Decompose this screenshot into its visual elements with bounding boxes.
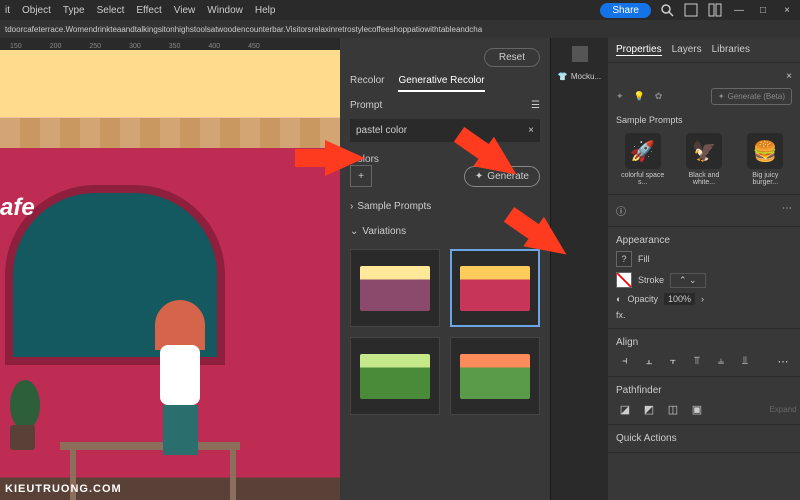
appearance-label: Appearance [616, 235, 792, 246]
variation-4[interactable] [450, 337, 540, 415]
align-label: Align [616, 337, 792, 348]
tab-layers[interactable]: Layers [672, 44, 702, 56]
pathfinder-minus-icon[interactable]: ◩ [640, 402, 658, 416]
more-icon[interactable]: ⋯ [782, 203, 792, 218]
tshirt-icon: 👕 [558, 72, 568, 81]
tab-recolor[interactable]: Recolor [350, 75, 384, 92]
rocket-icon: 🚀 [625, 133, 661, 169]
menu-type[interactable]: Type [63, 5, 85, 16]
menu-object[interactable]: Object [22, 5, 51, 16]
mockup-panel-tab[interactable]: 👕 Mocku... [558, 72, 601, 81]
search-icon[interactable] [659, 2, 675, 18]
fill-label: Fill [638, 254, 650, 264]
prompt-menu-icon[interactable]: ☰ [531, 100, 540, 111]
prompt-input[interactable]: pastel color × [350, 119, 540, 142]
document-filename: tdoorcafeterrace.Womendrinkteaandtalking… [5, 25, 482, 34]
pathfinder-intersect-icon[interactable]: ◫ [664, 402, 682, 416]
expand-button[interactable]: Expand [774, 402, 792, 416]
chevron-right-icon: › [350, 201, 353, 212]
menu-view[interactable]: View [174, 5, 196, 16]
menu-help[interactable]: Help [255, 5, 276, 16]
menu-edit[interactable]: it [5, 5, 10, 16]
bird-icon: 🦅 [686, 133, 722, 169]
opacity-label: Opacity [627, 294, 658, 304]
pathfinder-exclude-icon[interactable]: ▣ [688, 402, 706, 416]
stroke-label: Stroke [638, 275, 664, 285]
stroke-weight-stepper[interactable]: ⌃ ⌄ [670, 273, 706, 288]
share-button[interactable]: Share [600, 3, 651, 18]
variation-3[interactable] [350, 337, 440, 415]
properties-panel: Properties Layers Libraries × ✦ 💡 ✿ ✦ Ge… [608, 38, 800, 500]
align-right-icon[interactable]: ⫟ [664, 354, 682, 368]
info-icon[interactable]: ⓘ [616, 203, 626, 218]
generate-beta-button[interactable]: ✦ Generate (Beta) [711, 88, 792, 105]
canvas[interactable]: 150200250300350400450 afe KIEUTRUONG.COM [0, 38, 340, 500]
artwork[interactable]: afe KIEUTRUONG.COM [0, 50, 340, 500]
swatches-icon[interactable] [572, 46, 588, 62]
burger-icon: 🍔 [747, 133, 783, 169]
variations-grid [350, 249, 540, 415]
cafe-sign-text: afe [0, 194, 35, 222]
document-tab[interactable]: tdoorcafeterrace.Womendrinkteaandtalking… [0, 20, 800, 38]
align-vcenter-icon[interactable]: ⫨ [712, 354, 730, 368]
quick-actions-label: Quick Actions [616, 433, 792, 444]
align-more-icon[interactable]: ⋯ [774, 354, 792, 368]
variation-1[interactable] [350, 249, 440, 327]
menu-effect[interactable]: Effect [136, 5, 161, 16]
gear-icon[interactable]: ✿ [655, 91, 663, 102]
align-top-icon[interactable]: ⫪ [688, 354, 706, 368]
arrange-icon[interactable] [683, 2, 699, 18]
reset-button[interactable]: Reset [484, 48, 540, 67]
menu-select[interactable]: Select [97, 5, 125, 16]
annotation-arrow [325, 140, 365, 176]
sample-burger[interactable]: 🍔 Big juicy burger... [739, 133, 792, 186]
sample-rocket[interactable]: 🚀 colorful space s... [616, 133, 669, 186]
chevron-down-icon: ⌄ [350, 226, 358, 237]
pathfinder-unite-icon[interactable]: ◪ [616, 402, 634, 416]
align-bottom-icon[interactable]: ⫫ [736, 354, 754, 368]
tab-properties[interactable]: Properties [616, 44, 662, 56]
opacity-input[interactable]: 100% [664, 293, 695, 305]
menu-window[interactable]: Window [207, 5, 243, 16]
collapsed-panels: 👕 Mocku... [550, 38, 608, 500]
recolor-panel: Reset Recolor Generative Recolor Prompt … [340, 38, 550, 500]
recolor-tabs: Recolor Generative Recolor [350, 75, 540, 92]
align-hcenter-icon[interactable]: ⫠ [640, 354, 658, 368]
tab-generative-recolor[interactable]: Generative Recolor [398, 75, 484, 92]
fill-swatch[interactable]: ? [616, 251, 632, 267]
variation-2[interactable] [450, 249, 540, 327]
close-icon[interactable]: × [779, 2, 795, 18]
prompt-value: pastel color [356, 125, 407, 136]
maximize-icon[interactable]: □ [755, 2, 771, 18]
watermark: KIEUTRUONG.COM [5, 483, 122, 495]
align-left-icon[interactable]: ⫞ [616, 354, 634, 368]
layout-icon[interactable] [707, 2, 723, 18]
opacity-chevron-icon[interactable]: › [701, 294, 704, 304]
lightbulb-icon[interactable]: 💡 [634, 91, 645, 102]
opacity-icon: ◐ [616, 294, 621, 304]
prompt-label: Prompt [350, 100, 382, 111]
stroke-swatch[interactable] [616, 272, 632, 288]
sample-prompts-label: Sample Prompts [616, 115, 792, 125]
fx-label[interactable]: fx. [616, 310, 626, 320]
menubar: it Object Type Select Effect View Window… [0, 0, 800, 20]
sample-bird[interactable]: 🦅 Black and white... [677, 133, 730, 186]
pathfinder-label: Pathfinder [616, 385, 792, 396]
clear-prompt-icon[interactable]: × [528, 125, 534, 136]
panel-close-icon[interactable]: × [786, 71, 792, 82]
wand-icon[interactable]: ✦ [616, 91, 624, 102]
tab-libraries[interactable]: Libraries [712, 44, 750, 56]
ruler-horizontal: 150200250300350400450 [0, 38, 340, 50]
sparkle-icon: ✦ [718, 92, 725, 101]
minimize-icon[interactable]: — [731, 2, 747, 18]
